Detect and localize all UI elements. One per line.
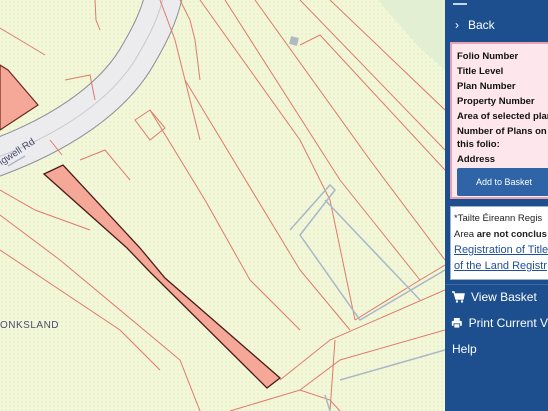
note-line-2-bold: are not conclus: [476, 229, 547, 240]
land-registry-link[interactable]: of the Land Registr: [454, 260, 547, 272]
view-basket-button[interactable]: View Basket: [445, 285, 548, 309]
note-line-2: Area are not conclus: [454, 229, 547, 240]
property-info-box: Folio Number Title Level Plan Number Pro…: [450, 42, 548, 199]
map-boundaries: [0, 0, 445, 411]
registration-of-title-link[interactable]: Registration of Title: [454, 244, 548, 256]
printer-icon: [451, 318, 462, 329]
map-field-patch: [378, 0, 445, 70]
view-basket-label: View Basket: [471, 290, 537, 304]
add-to-basket-button[interactable]: Add to Basket: [457, 168, 548, 196]
property-number-label: Property Number: [457, 96, 535, 107]
map-view[interactable]: Ingwell Rd ONKSLAND: [0, 0, 445, 411]
plan-number-label: Plan Number: [457, 81, 516, 92]
map-parcel-selected-top: [0, 64, 39, 131]
help-label: Help: [452, 342, 477, 356]
basket-icon: [452, 291, 465, 303]
side-panel: › Back Folio Number Title Level Plan Num…: [445, 0, 548, 411]
number-of-plans-label: Number of Plans on: [457, 126, 547, 137]
print-current-button[interactable]: Print Current V: [445, 311, 548, 335]
address-label: Address: [457, 154, 496, 165]
panel-top-line: [453, 3, 467, 5]
note-line-1: *Tailte Éireann Regis: [454, 213, 543, 224]
note-line-2-prefix: Area: [454, 229, 477, 240]
number-of-plans-label-cont: this folio:: [457, 139, 500, 150]
map-layers: [0, 0, 445, 411]
back-label: Back: [468, 18, 495, 32]
disclaimer-note: *Tailte Éireann Regis Area are not concl…: [450, 206, 548, 280]
help-button[interactable]: Help: [445, 337, 548, 361]
area-label: Area of selected plan: [457, 111, 548, 122]
print-current-label: Print Current V: [468, 316, 548, 330]
townland-label: ONKSLAND: [0, 320, 60, 331]
folio-number-label: Folio Number: [457, 51, 519, 62]
back-button[interactable]: › Back: [445, 14, 548, 36]
chevron-right-icon: ›: [455, 18, 459, 32]
title-level-label: Title Level: [457, 66, 504, 77]
map-marker: [289, 36, 299, 46]
